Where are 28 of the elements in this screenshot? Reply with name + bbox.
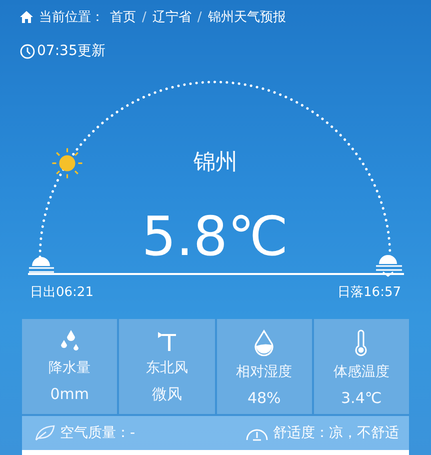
comfort-level: 舒适度：凉，不舒适: [273, 424, 399, 442]
sunrise-time: 日出06:21: [30, 284, 94, 301]
breadcrumb-separator: /: [142, 10, 146, 24]
breadcrumb-link[interactable]: 辽宁省: [152, 8, 192, 26]
raindrops-icon: [58, 329, 81, 353]
breadcrumb-label: 当前位置：: [39, 9, 104, 26]
temperature: 5.8℃: [140, 205, 290, 268]
leaf-icon: [34, 425, 56, 441]
sunset-time: 日落16:57: [338, 284, 401, 301]
wind-vane-icon: [156, 329, 178, 353]
stat-value: 3.4℃: [341, 389, 382, 407]
stat-label: 相对湿度: [236, 363, 292, 381]
clock-icon: [20, 44, 35, 58]
breadcrumb-link[interactable]: 首页: [110, 8, 136, 26]
stat-label: 降水量: [48, 359, 91, 377]
stat-label: 体感温度: [333, 363, 390, 381]
home-icon: [20, 11, 33, 23]
stat-value: 48%: [247, 389, 281, 407]
breadcrumb-link[interactable]: 锦州天气预报: [208, 8, 286, 26]
stat-value: 0mm: [50, 385, 90, 403]
city-name: 锦州: [192, 149, 238, 177]
update-time: 07:35更新: [37, 42, 106, 60]
stat-label: 东北风: [146, 359, 188, 377]
water-drop-icon: [253, 329, 276, 357]
breadcrumb-separator: /: [197, 10, 202, 24]
air-quality: 空气质量：-: [60, 424, 136, 442]
stat-value: 微风: [152, 385, 182, 404]
thermometer-icon: [353, 329, 370, 357]
